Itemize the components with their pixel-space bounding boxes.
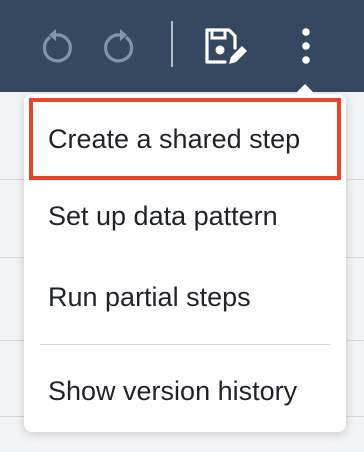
menu-item-label: Set up data pattern	[48, 200, 278, 231]
set-up-data-pattern-item[interactable]: Set up data pattern	[24, 176, 346, 256]
redo-icon[interactable]	[100, 0, 140, 92]
menu-item-label: Create a shared step	[48, 123, 301, 154]
menu-caret	[294, 84, 316, 95]
top-toolbar	[0, 0, 364, 92]
menu-separator	[40, 344, 330, 345]
run-partial-steps-item[interactable]: Run partial steps	[24, 257, 346, 337]
create-shared-step-item[interactable]: Create a shared step	[29, 98, 341, 180]
toolbar-divider	[171, 21, 173, 67]
more-vertical-icon[interactable]	[290, 0, 322, 92]
show-version-history-item[interactable]: Show version history	[24, 351, 346, 431]
save-edit-icon[interactable]	[200, 0, 248, 92]
menu-item-label: Show version history	[48, 375, 298, 406]
more-actions-menu: Create a shared step Set up data pattern…	[24, 84, 346, 432]
undo-icon[interactable]	[36, 0, 76, 92]
menu-item-label: Run partial steps	[48, 281, 251, 312]
